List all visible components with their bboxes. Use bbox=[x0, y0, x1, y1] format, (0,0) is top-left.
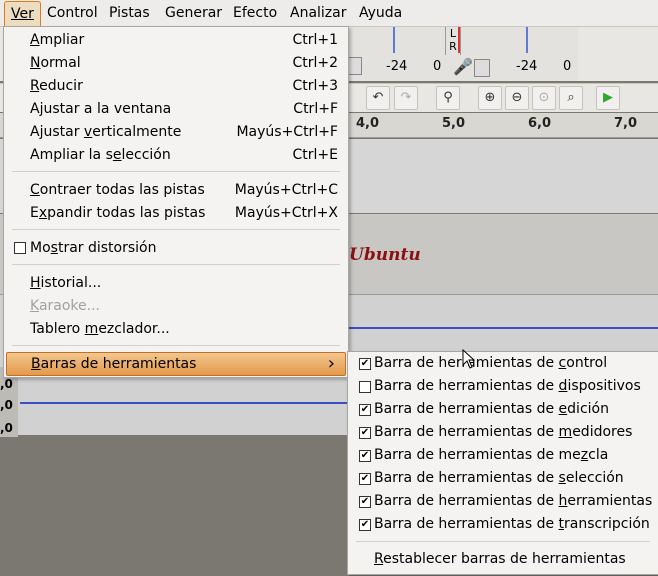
play-icon[interactable]: ▶ bbox=[596, 86, 620, 110]
check-icon[interactable]: ✔ bbox=[359, 496, 371, 508]
toolbars-submenu: ✔ Barra de herramientas de control Barra … bbox=[347, 351, 658, 575]
meter-dropdown-left[interactable] bbox=[348, 57, 362, 75]
menu-item-mixer-board[interactable]: Tablero mezclador... bbox=[4, 318, 348, 340]
menu-separator bbox=[12, 345, 340, 346]
submenu-item-control-toolbar[interactable]: ✔ Barra de herramientas de control bbox=[348, 352, 658, 375]
check-icon[interactable]: ✔ bbox=[359, 473, 371, 485]
menu-pistas[interactable]: Pistas bbox=[103, 0, 156, 26]
menu-item-show-clipping[interactable]: Mostrar distorsión bbox=[4, 237, 348, 259]
menu-item-karaoke: Karaoke... bbox=[30, 298, 100, 314]
chevron-right-icon: › bbox=[327, 353, 335, 374]
menu-analizar[interactable]: Analizar bbox=[284, 0, 353, 26]
zoom-in-icon[interactable]: ⊕ bbox=[478, 86, 502, 110]
menu-item-ampliar[interactable]: Ampliar Ctrl+1 bbox=[4, 29, 348, 51]
menu-item-fit-window[interactable]: Ajustar a la ventana Ctrl+F bbox=[4, 98, 348, 120]
redo-icon[interactable]: ↷ bbox=[394, 86, 418, 110]
waveform bbox=[20, 402, 347, 404]
menu-separator bbox=[12, 264, 340, 265]
check-icon[interactable]: ✔ bbox=[359, 450, 371, 462]
menu-separator bbox=[12, 171, 340, 172]
ruler-label: 4,0 bbox=[356, 116, 380, 131]
check-icon[interactable]: ✔ bbox=[359, 519, 371, 531]
meter-left-zero: 0 bbox=[433, 59, 442, 74]
zoom-out-icon[interactable]: ⊖ bbox=[505, 86, 529, 110]
ruler-label: 6,0 bbox=[528, 116, 552, 131]
meter-left-value: -24 bbox=[386, 59, 408, 74]
submenu-item-edit-toolbar[interactable]: ✔ Barra de herramientas de edición bbox=[348, 398, 658, 421]
meter-dropdown-right[interactable] bbox=[474, 59, 490, 77]
meter-right-zero: 0 bbox=[563, 59, 572, 74]
menu-ayuda[interactable]: Ayuda bbox=[353, 0, 408, 26]
meter-right-value: -24 bbox=[516, 59, 538, 74]
ruler-label: 7,0 bbox=[614, 116, 638, 131]
submenu-item-transcription-toolbar[interactable]: ✔ Barra de herramientas de transcripción bbox=[348, 513, 658, 536]
menu-item-fit-vertical[interactable]: Ajustar verticalmente Mayús+Ctrl+F bbox=[4, 121, 348, 143]
menu-item-expand-tracks[interactable]: Expandir todas las pistas Mayús+Ctrl+X bbox=[4, 202, 348, 224]
zoom-fit-icon[interactable]: ⌕ bbox=[559, 86, 583, 110]
menu-item-toolbars[interactable]: Barras de herramientas › bbox=[6, 352, 346, 376]
meter-panel: LR -24 0 🎤 -24 0 bbox=[348, 27, 578, 81]
scale-label: ,0 bbox=[0, 421, 13, 435]
menu-efecto[interactable]: Efecto bbox=[227, 0, 283, 26]
submenu-item-reset-toolbars[interactable]: Restablecer barras de herramientas bbox=[348, 548, 658, 571]
menu-item-history[interactable]: Historial... bbox=[4, 272, 348, 294]
submenu-item-mixer-toolbar[interactable]: ✔ Barra de herramientas de mezcla bbox=[348, 444, 658, 467]
menu-item-collapse-tracks[interactable]: Contraer todas las pistas Mayús+Ctrl+C bbox=[4, 179, 348, 201]
checkbox-icon[interactable] bbox=[359, 381, 371, 393]
menu-control[interactable]: Control bbox=[41, 0, 104, 26]
undo-icon[interactable]: ↶ bbox=[366, 86, 390, 110]
menu-item-reducir[interactable]: Reducir Ctrl+3 bbox=[4, 75, 348, 97]
menu-item-normal[interactable]: Normal Ctrl+2 bbox=[4, 52, 348, 74]
scale-label: ,0 bbox=[0, 398, 13, 412]
view-menu: Ampliar Ctrl+1 Normal Ctrl+2 Reducir Ctrl+3… bbox=[3, 26, 349, 378]
menu-ver[interactable]: Ver bbox=[4, 1, 41, 27]
submenu-item-selection-toolbar[interactable]: ✔ Barra de herramientas de selección bbox=[348, 467, 658, 490]
sync-lock-icon[interactable]: ⚲ bbox=[436, 86, 460, 110]
check-icon[interactable]: ✔ bbox=[359, 427, 371, 439]
menu-separator bbox=[12, 229, 340, 230]
microphone-icon[interactable]: 🎤 bbox=[453, 57, 473, 76]
submenu-item-device-toolbar[interactable]: Barra de herramientas de dispositivos bbox=[348, 375, 658, 398]
submenu-item-meter-toolbar[interactable]: ✔ Barra de herramientas de medidores bbox=[348, 421, 658, 444]
check-icon[interactable]: ✔ bbox=[359, 358, 371, 370]
cursor-icon bbox=[462, 349, 476, 369]
ruler-label: 5,0 bbox=[442, 116, 466, 131]
menu-item-zoom-selection[interactable]: Ampliar la selección Ctrl+E bbox=[4, 144, 348, 166]
menu-generar[interactable]: Generar bbox=[159, 0, 228, 26]
scale-label: ,0 bbox=[0, 377, 13, 391]
zoom-selection-icon[interactable]: ⊙ bbox=[532, 86, 556, 110]
submenu-item-tools-toolbar[interactable]: ✔ Barra de herramientas de herramientas bbox=[348, 490, 658, 513]
checkbox-icon[interactable] bbox=[14, 242, 26, 254]
menu-bar: Ver Control Pistas Generar Efecto Analiz… bbox=[0, 0, 658, 27]
waveform bbox=[348, 327, 658, 329]
check-icon[interactable]: ✔ bbox=[359, 404, 371, 416]
menu-separator bbox=[356, 541, 650, 542]
